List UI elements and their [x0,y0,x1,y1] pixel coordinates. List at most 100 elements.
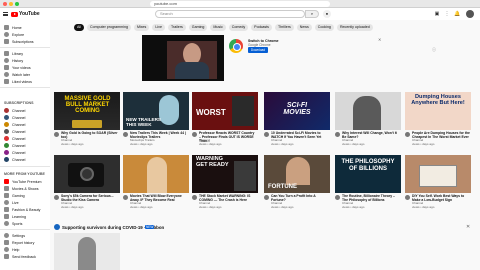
channel-avatar[interactable] [264,195,269,200]
divider [0,229,50,230]
sidebar-item-subscriptions[interactable]: Subscriptions [4,39,34,44]
video-thumbnail[interactable] [54,155,120,193]
sidebar-item-channel[interactable]: Channel [4,150,25,155]
channel-avatar[interactable] [192,132,197,137]
chrome-logo-icon [229,39,243,53]
close-icon[interactable]: ✕ [378,37,381,42]
sidebar-item-channel[interactable]: Channel [4,122,25,127]
youtube-logo[interactable]: YouTube [11,11,40,17]
library-icon [4,51,9,56]
sidebar-item-label: Home [12,25,22,30]
chip[interactable]: Podcasts [251,24,272,31]
sidebar-item-watch-later[interactable]: Watch later [4,72,30,77]
video-thumbnail[interactable] [405,155,471,193]
video-thumbnail[interactable]: WORST [192,92,258,130]
channel-avatar[interactable] [123,132,128,137]
channel-avatar[interactable] [405,132,410,137]
chip[interactable]: Computer programming [87,24,131,31]
channel-avatar[interactable] [54,132,59,137]
chip[interactable]: News [296,24,312,31]
apps-icon[interactable]: ⋮ [444,11,450,17]
video-thumbnail[interactable]: SCI-FI MOVIES [264,92,330,130]
gold-bars-image [72,120,102,128]
microphone-icon[interactable]: ● [323,10,331,18]
sidebar-item-fashion[interactable]: Fashion & Beauty [4,207,40,212]
chip[interactable]: Music [210,24,226,31]
close-icon[interactable]: ✕ [466,224,470,230]
address-bar[interactable]: youtube.com [150,1,330,7]
account-avatar[interactable] [466,10,474,18]
chip[interactable]: Gaming [188,24,208,31]
sidebar-item-channel[interactable]: Channel [4,108,25,113]
chip[interactable]: Trailers [167,24,186,31]
sidebar-item-channel[interactable]: Channel [4,157,25,162]
chip[interactable]: Mixes [133,24,150,31]
video-thumbnail[interactable]: NEW TRAILERS THIS WEEK [123,92,189,130]
video-thumbnail[interactable]: MASSIVE GOLD BULL MARKET COMING [54,92,120,130]
sidebar-item-label: Gaming [12,193,25,198]
subscriptions-heading: SUBSCRIPTIONS [4,101,34,105]
video-thumbnail[interactable]: WARNING GET READY [192,155,258,193]
sidebar-item-label: Channel [12,115,26,120]
menu-icon[interactable] [3,12,8,16]
sidebar-item-your-videos[interactable]: Your videos [4,65,31,70]
channel-avatar[interactable] [54,195,59,200]
sidebar-item-home[interactable]: Home [4,25,22,30]
sidebar-item-label: Channel [12,143,26,148]
create-video-icon[interactable]: ▣ [434,11,440,17]
sidebar-item-channel[interactable]: Channel [4,129,25,134]
search-input[interactable]: Search [155,10,305,18]
close-window-button[interactable] [3,2,7,6]
sidebar-item-sports[interactable]: Sports [4,221,22,226]
chip[interactable]: Cooking [314,24,334,31]
sign-image [419,165,457,187]
video-thumbnail[interactable] [123,155,189,193]
channel-avatar[interactable] [264,132,269,137]
chip[interactable]: Comedy [228,24,249,31]
ad-image-figure [175,62,209,79]
sidebar-item-help[interactable]: Help [4,247,19,252]
chip[interactable]: Recently uploaded [336,24,373,31]
sidebar-item-movies[interactable]: Movies & Shows [4,186,39,191]
sidebar-item-learning[interactable]: Learning [4,214,26,219]
sidebar-item-channel[interactable]: Channel [4,136,25,141]
sidebar-item-gaming[interactable]: Gaming [4,193,25,198]
sidebar-item-library[interactable]: Library [4,51,23,56]
sidebar-item-liked-videos[interactable]: Liked videos [4,79,32,84]
video-icon [4,65,9,70]
channel-avatar[interactable] [123,195,128,200]
sidebar-item-feedback[interactable]: Send feedback [4,254,36,259]
channel-avatar[interactable] [335,132,340,137]
sidebar-item-live[interactable]: Live [4,200,19,205]
sidebar-item-channel[interactable]: Channel [4,143,25,148]
video-thumbnail[interactable] [335,92,401,130]
video-thumbnail[interactable]: THE PHILOSOPHY OF BILLIONS [335,155,401,193]
thumbnail-figure [286,157,310,185]
chip[interactable]: All [74,24,84,31]
search-button[interactable]: ⌕ [305,10,319,18]
maximize-window-button[interactable] [15,2,19,6]
channel-avatar[interactable] [405,195,410,200]
sidebar-item-explore[interactable]: Explore [4,32,24,37]
chip[interactable]: Thrillers [274,24,294,31]
video-thumbnail[interactable] [54,233,120,270]
sidebar-item-channel[interactable]: Channel [4,115,25,120]
ad-info-icon[interactable]: ⓘ [432,47,436,53]
sidebar-item-history[interactable]: History [4,58,23,63]
chip[interactable]: Live [152,24,165,31]
channel-avatar[interactable] [192,195,197,200]
sidebar-item-report[interactable]: Report history [4,240,34,245]
lightbulb-icon [4,214,9,219]
channel-avatar [4,108,9,113]
channel-avatar [4,150,9,155]
ad-download-button[interactable]: Download [248,47,268,53]
video-thumbnail[interactable]: Dumping Houses Anywhere But Here! [405,92,471,130]
sidebar-item-settings[interactable]: Settings [4,233,25,238]
hanger-icon [4,207,9,212]
sidebar-item-premium[interactable]: YouTube Premium [4,179,42,184]
notifications-icon[interactable]: 🔔 [454,11,460,17]
channel-avatar [4,143,9,148]
video-thumbnail[interactable]: FORTUNE [264,155,330,193]
channel-avatar[interactable] [335,195,340,200]
minimize-window-button[interactable] [9,2,13,6]
